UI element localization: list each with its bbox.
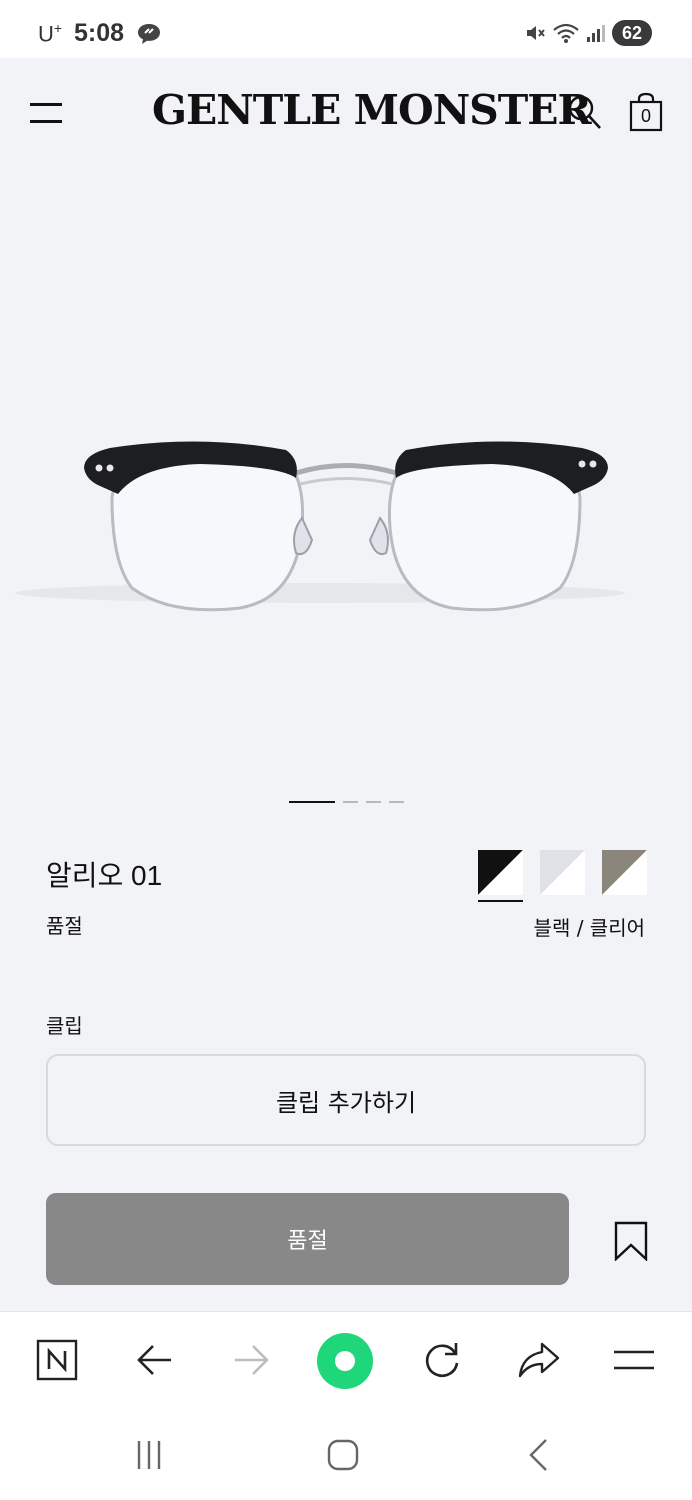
share-icon: [518, 1342, 560, 1378]
eyeglasses-image: [15, 441, 625, 612]
cart-button[interactable]: 0: [628, 92, 664, 132]
pager-dot[interactable]: [343, 801, 358, 803]
product-image[interactable]: [0, 168, 692, 788]
forward-arrow-icon: [235, 1345, 269, 1375]
search-button[interactable]: [566, 92, 604, 132]
forward-button[interactable]: [227, 1336, 275, 1384]
green-dot-button[interactable]: [316, 1332, 374, 1390]
pager-dot[interactable]: [389, 801, 404, 803]
battery-indicator: 62: [612, 20, 652, 46]
cart-count: 0: [640, 106, 651, 126]
swatch-clear[interactable]: [540, 850, 585, 895]
pager-dot[interactable]: [366, 801, 381, 803]
green-dot-icon: [317, 1333, 373, 1389]
swatch-black-clear[interactable]: [478, 850, 523, 902]
color-swatches: [478, 850, 647, 902]
site-header: GENTLE MONSTER 0: [0, 58, 692, 168]
recent-apps-icon: [137, 1441, 161, 1469]
wifi-icon: [553, 23, 579, 43]
status-icons: 62: [524, 20, 652, 46]
bookmark-icon: [614, 1221, 648, 1262]
system-back-button[interactable]: [516, 1433, 560, 1477]
product-name: 알리오 01: [46, 860, 163, 891]
back-arrow-icon: [137, 1345, 171, 1375]
soldout-button[interactable]: 품절: [46, 1193, 569, 1285]
share-button[interactable]: [514, 1336, 562, 1384]
home-button[interactable]: [321, 1433, 365, 1477]
mute-icon: [527, 26, 545, 40]
home-icon: [327, 1439, 359, 1471]
add-clip-button[interactable]: 클립 추가하기: [46, 1054, 646, 1146]
image-pager[interactable]: [289, 800, 404, 804]
wishlist-button[interactable]: [614, 1221, 648, 1262]
clip-section-label: 클립: [46, 1014, 83, 1038]
menu-button[interactable]: [30, 103, 62, 123]
stock-status: 품절: [46, 914, 83, 938]
naver-home-icon: [36, 1339, 78, 1381]
refresh-button[interactable]: [418, 1336, 466, 1384]
brand-logo[interactable]: GENTLE MONSTER: [152, 86, 592, 134]
back-button[interactable]: [131, 1336, 179, 1384]
naver-home-button[interactable]: [33, 1336, 81, 1384]
chevron-left-icon: [529, 1439, 547, 1471]
clock: 5:08: [74, 19, 125, 47]
chat-notification-icon: [136, 22, 162, 50]
selected-color-name: 블랙 / 클리어: [533, 916, 645, 940]
menu-icon-line: [30, 120, 62, 123]
menu-icon: [614, 1350, 654, 1370]
signal-icon: [587, 25, 605, 42]
swatch-grey-clear[interactable]: [602, 850, 647, 895]
browser-menu-button[interactable]: [610, 1336, 658, 1384]
search-icon: [568, 95, 601, 129]
pager-dot-active[interactable]: [289, 800, 335, 804]
carrier-label: U+: [38, 20, 63, 47]
product-page: GENTLE MONSTER 0 알리오 01 품절 블랙 / 클리어 클립 클…: [0, 58, 692, 1311]
browser-toolbar: [0, 1311, 692, 1409]
refresh-icon: [425, 1343, 459, 1378]
system-nav-bar: [0, 1409, 692, 1500]
menu-icon-line: [30, 103, 62, 106]
recent-apps-button[interactable]: [127, 1433, 171, 1477]
